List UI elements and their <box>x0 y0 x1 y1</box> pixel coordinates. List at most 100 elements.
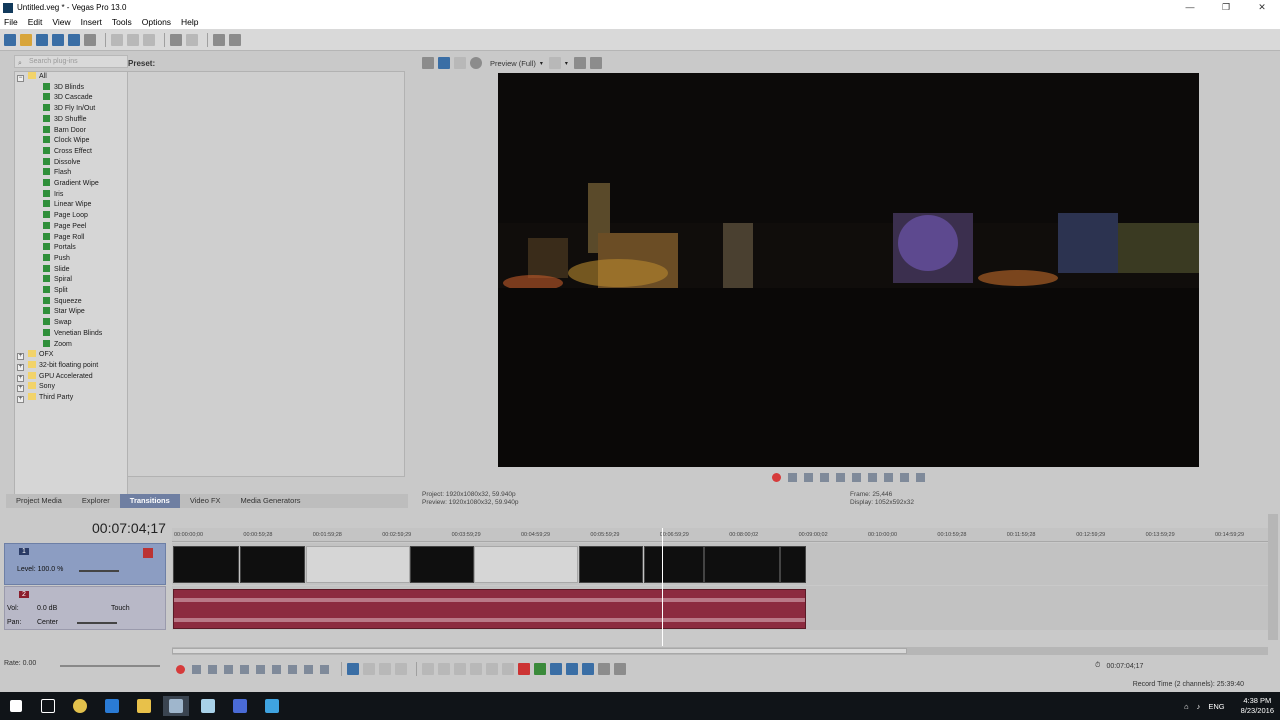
search-plugins-input[interactable]: ⌕ Search plug-ins <box>14 55 128 68</box>
tab-explorer[interactable]: Explorer <box>72 494 120 508</box>
enable-snapping-icon[interactable] <box>566 663 578 675</box>
taskbar-vegas[interactable] <box>163 696 189 716</box>
play-from-start-icon[interactable] <box>208 664 217 674</box>
split-screen-icon[interactable] <box>470 57 482 69</box>
stop-icon[interactable] <box>852 473 861 482</box>
tree-item-transition[interactable]: Page Loop <box>43 211 88 222</box>
automation-mode-touch[interactable]: Touch <box>111 605 130 612</box>
tab-media-generators[interactable]: Media Generators <box>231 494 311 508</box>
menu-options[interactable]: Options <box>142 17 171 27</box>
properties-icon[interactable] <box>84 33 96 46</box>
auto-ripple-icon[interactable] <box>550 663 562 675</box>
tree-item-transition[interactable]: Clock Wipe <box>43 136 89 147</box>
tree-item-transition[interactable]: Venetian Blinds <box>43 328 102 340</box>
expand-icon[interactable]: + <box>17 396 24 403</box>
loop-playback-icon[interactable] <box>788 473 797 482</box>
tree-item-transition[interactable]: Iris <box>43 189 63 201</box>
next-frame-icon[interactable] <box>916 473 925 482</box>
pause-icon[interactable] <box>836 473 845 482</box>
video-clip[interactable] <box>306 546 410 583</box>
tree-item-transition[interactable]: Squeeze <box>43 296 82 308</box>
record-icon[interactable] <box>772 473 781 482</box>
stop-icon[interactable] <box>256 664 265 674</box>
tree-item-all[interactable]: − All <box>17 72 47 83</box>
menu-view[interactable]: View <box>52 17 70 27</box>
tree-item-transition[interactable]: Slide <box>43 264 70 276</box>
undo-icon[interactable] <box>170 33 182 46</box>
save-icon[interactable] <box>36 33 48 46</box>
record-icon[interactable] <box>176 664 185 674</box>
video-clip[interactable] <box>704 546 780 583</box>
tree-item-transition[interactable]: 3D Blinds <box>43 82 84 94</box>
language-indicator[interactable]: ENG <box>1208 702 1224 711</box>
audio-track-header[interactable]: 2 Vol: 0.0 dB Touch Pan: Center <box>4 586 166 630</box>
tree-item-transition[interactable]: Cross Effect <box>43 146 92 158</box>
normal-edit-tool-icon[interactable] <box>347 663 359 675</box>
taskbar-chrome[interactable] <box>67 696 93 716</box>
track-fx-icon[interactable] <box>143 548 153 558</box>
insert-region-icon[interactable] <box>534 663 546 675</box>
save-snapshot-icon[interactable] <box>589 57 602 69</box>
volume-icon[interactable]: ♪ <box>1197 702 1201 711</box>
video-clip[interactable] <box>780 546 806 583</box>
delete-icon[interactable] <box>422 663 434 675</box>
crossfade-icon[interactable] <box>582 663 594 675</box>
start-button[interactable] <box>3 696 29 716</box>
timeline-horizontal-scrollbar[interactable] <box>172 647 1268 655</box>
expand-icon[interactable]: + <box>17 363 24 371</box>
clock[interactable]: 4:38 PM 8/23/2016 <box>1241 696 1274 716</box>
play-icon[interactable] <box>224 664 233 674</box>
taskbar-app[interactable] <box>195 696 221 716</box>
tree-item-transition[interactable]: Dissolve <box>43 157 80 169</box>
save-as-icon[interactable] <box>52 33 64 46</box>
tree-item-group[interactable]: + GPU Accelerated <box>17 371 93 383</box>
tree-item-transition[interactable]: Barn Door <box>43 125 86 137</box>
insert-marker-icon[interactable] <box>518 663 530 675</box>
zoom-tool-icon[interactable] <box>395 663 407 675</box>
whats-this-help-icon[interactable] <box>229 33 241 46</box>
chevron-down-icon[interactable]: ▾ <box>540 60 543 67</box>
maximize-button[interactable]: ❐ <box>1208 0 1244 15</box>
go-to-end-icon[interactable] <box>884 473 893 482</box>
video-track-lane[interactable] <box>172 543 1268 585</box>
collapse-icon[interactable]: − <box>17 75 24 82</box>
chevron-down-icon[interactable]: ▾ <box>565 60 568 67</box>
redo-icon[interactable] <box>186 33 198 46</box>
time-ruler[interactable]: 00:00:00;00 00:00:59;28 00:01:59;28 00:02:5… <box>172 528 1268 542</box>
menu-edit[interactable]: Edit <box>28 17 43 27</box>
lock-icon[interactable] <box>502 663 514 675</box>
tree-item-transition[interactable]: Portals <box>43 243 76 254</box>
video-track-header[interactable]: 1 Level: 100.0 % <box>4 543 166 585</box>
video-clip[interactable] <box>173 546 239 583</box>
pause-icon[interactable] <box>240 664 249 674</box>
tree-item-group[interactable]: + Third Party <box>17 393 73 404</box>
tree-item-group[interactable]: + Sony <box>17 382 55 393</box>
audio-track-lane[interactable] <box>172 586 1268 630</box>
tree-item-transition[interactable]: Zoom <box>43 339 72 351</box>
task-view-button[interactable] <box>35 696 61 716</box>
tree-item-transition[interactable]: Push <box>43 253 70 265</box>
tree-item-transition[interactable]: 3D Cascade <box>43 93 93 104</box>
external-monitor-icon[interactable] <box>438 57 450 69</box>
go-to-end-icon[interactable] <box>288 664 297 674</box>
video-clip[interactable] <box>579 546 643 583</box>
tree-item-transition[interactable]: 3D Shuffle <box>43 114 87 126</box>
cut-icon[interactable] <box>111 33 123 46</box>
level-slider[interactable] <box>79 570 119 572</box>
taskbar-file-explorer[interactable] <box>131 696 157 716</box>
taskbar-edge[interactable] <box>99 696 125 716</box>
timeline-vertical-scrollbar[interactable] <box>1268 514 1278 640</box>
play-from-start-icon[interactable] <box>804 473 813 482</box>
copy-snapshot-icon[interactable] <box>573 57 586 69</box>
scrollbar-thumb[interactable] <box>172 648 907 654</box>
preset-thumbnails-area[interactable] <box>127 71 405 477</box>
paste-icon[interactable] <box>143 33 155 46</box>
overlays-icon[interactable] <box>548 57 561 69</box>
trim-icon[interactable] <box>438 663 450 675</box>
tree-item-transition[interactable]: Spiral <box>43 275 72 286</box>
audio-clip-waveform[interactable] <box>173 589 806 629</box>
tree-item-group[interactable]: +32-bit floating point <box>17 360 98 372</box>
next-frame-icon[interactable] <box>320 664 329 674</box>
tree-item-transition[interactable]: Star Wipe <box>43 307 85 318</box>
tree-item-transition[interactable]: Swap <box>43 318 72 329</box>
